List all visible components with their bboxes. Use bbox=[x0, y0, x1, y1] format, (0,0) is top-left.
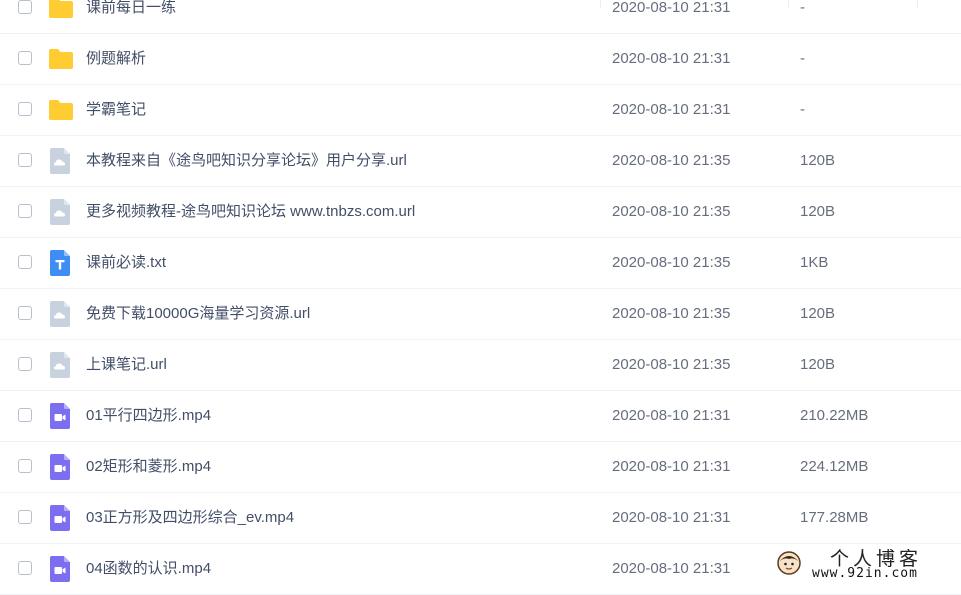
watermark: 个人博客 www.92in.com bbox=[770, 544, 961, 586]
file-size: 120B bbox=[800, 203, 836, 220]
file-size: 224.12MB bbox=[800, 458, 869, 475]
column-divider bbox=[788, 0, 789, 8]
file-size: 177.28MB bbox=[800, 509, 869, 526]
row-checkbox[interactable] bbox=[18, 102, 32, 116]
file-row[interactable]: 课前必读.txt 2020-08-10 21:35 1KB bbox=[0, 238, 961, 289]
file-modified-date: 2020-08-10 21:31 bbox=[612, 458, 731, 475]
file-size: - bbox=[800, 50, 805, 67]
row-checkbox[interactable] bbox=[18, 561, 32, 575]
file-size: 120B bbox=[800, 152, 836, 169]
file-row[interactable]: 上课笔记.url 2020-08-10 21:35 120B bbox=[0, 340, 961, 391]
file-size: - bbox=[800, 101, 805, 118]
row-checkbox[interactable] bbox=[18, 357, 32, 371]
file-row[interactable]: 03正方形及四边形综合_ev.mp4 2020-08-10 21:31 177.28… bbox=[0, 493, 961, 544]
file-modified-date: 2020-08-10 21:31 bbox=[612, 509, 731, 526]
file-row[interactable]: 本教程来自《途鸟吧知识分享论坛》用户分享.url 2020-08-10 21:35… bbox=[0, 136, 961, 187]
file-size: 210.22MB bbox=[800, 407, 869, 424]
link-file-icon bbox=[48, 148, 72, 174]
file-name-link[interactable]: 02矩形和菱形.mp4 bbox=[86, 442, 211, 492]
link-file-icon bbox=[48, 301, 72, 327]
row-checkbox[interactable] bbox=[18, 153, 32, 167]
file-name-link[interactable]: 03正方形及四边形综合_ev.mp4 bbox=[86, 493, 294, 543]
file-name-link[interactable]: 本教程来自《途鸟吧知识分享论坛》用户分享.url bbox=[86, 136, 407, 186]
file-modified-date: 2020-08-10 21:35 bbox=[612, 305, 731, 322]
folder-icon bbox=[48, 46, 73, 72]
file-modified-date: 2020-08-10 21:35 bbox=[612, 152, 731, 169]
file-modified-date: 2020-08-10 21:31 bbox=[612, 407, 731, 424]
file-row[interactable]: 学霸笔记 2020-08-10 21:31 - bbox=[0, 85, 961, 136]
row-checkbox[interactable] bbox=[18, 459, 32, 473]
row-checkbox[interactable] bbox=[18, 0, 32, 14]
video-file-icon bbox=[48, 454, 72, 480]
file-row[interactable]: 例题解析 2020-08-10 21:31 - bbox=[0, 34, 961, 85]
folder-icon bbox=[48, 97, 73, 123]
row-checkbox[interactable] bbox=[18, 51, 32, 65]
file-row[interactable]: 课前每日一练 2020-08-10 21:31 - bbox=[0, 0, 961, 34]
file-name-link[interactable]: 01平行四边形.mp4 bbox=[86, 391, 211, 441]
text-file-icon bbox=[48, 250, 72, 276]
row-checkbox[interactable] bbox=[18, 408, 32, 422]
video-file-icon bbox=[48, 505, 72, 531]
file-name-link[interactable]: 课前必读.txt bbox=[86, 238, 166, 288]
file-modified-date: 2020-08-10 21:35 bbox=[612, 203, 731, 220]
video-file-icon bbox=[48, 556, 72, 582]
file-name-link[interactable]: 更多视频教程-途鸟吧知识论坛 www.tnbzs.com.url bbox=[86, 187, 415, 237]
file-name-link[interactable]: 免费下载10000G海量学习资源.url bbox=[86, 289, 310, 339]
file-modified-date: 2020-08-10 21:35 bbox=[612, 254, 731, 271]
row-checkbox[interactable] bbox=[18, 510, 32, 524]
file-modified-date: 2020-08-10 21:31 bbox=[612, 560, 731, 577]
link-file-icon bbox=[48, 352, 72, 378]
file-name-link[interactable]: 课前每日一练 bbox=[86, 0, 176, 33]
file-modified-date: 2020-08-10 21:31 bbox=[612, 50, 731, 67]
file-modified-date: 2020-08-10 21:31 bbox=[612, 0, 731, 16]
file-size: 1KB bbox=[800, 254, 829, 271]
file-name-link[interactable]: 学霸笔记 bbox=[86, 85, 146, 135]
file-name-link[interactable]: 上课笔记.url bbox=[86, 340, 167, 390]
file-row[interactable]: 免费下载10000G海量学习资源.url 2020-08-10 21:35 120B bbox=[0, 289, 961, 340]
link-file-icon bbox=[48, 199, 72, 225]
column-divider bbox=[600, 0, 601, 8]
watermark-url: www.92in.com bbox=[812, 566, 918, 581]
file-list: 课前每日一练 2020-08-10 21:31 - 例题解析 2020-08-10 21… bbox=[0, 0, 961, 595]
row-checkbox[interactable] bbox=[18, 255, 32, 269]
folder-icon bbox=[48, 0, 73, 21]
column-divider bbox=[917, 0, 918, 8]
file-modified-date: 2020-08-10 21:31 bbox=[612, 101, 731, 118]
avatar-logo-icon bbox=[777, 551, 801, 575]
row-checkbox[interactable] bbox=[18, 204, 32, 218]
file-row[interactable]: 02矩形和菱形.mp4 2020-08-10 21:31 224.12MB bbox=[0, 442, 961, 493]
file-row[interactable]: 更多视频教程-途鸟吧知识论坛 www.tnbzs.com.url 2020-08-… bbox=[0, 187, 961, 238]
file-name-link[interactable]: 例题解析 bbox=[86, 34, 146, 84]
file-size: 120B bbox=[800, 305, 836, 322]
file-size: 120B bbox=[800, 356, 836, 373]
row-checkbox[interactable] bbox=[18, 306, 32, 320]
file-name-link[interactable]: 04函数的认识.mp4 bbox=[86, 544, 211, 594]
video-file-icon bbox=[48, 403, 72, 429]
file-size: - bbox=[800, 0, 805, 16]
file-modified-date: 2020-08-10 21:35 bbox=[612, 356, 731, 373]
file-row[interactable]: 01平行四边形.mp4 2020-08-10 21:31 210.22MB bbox=[0, 391, 961, 442]
